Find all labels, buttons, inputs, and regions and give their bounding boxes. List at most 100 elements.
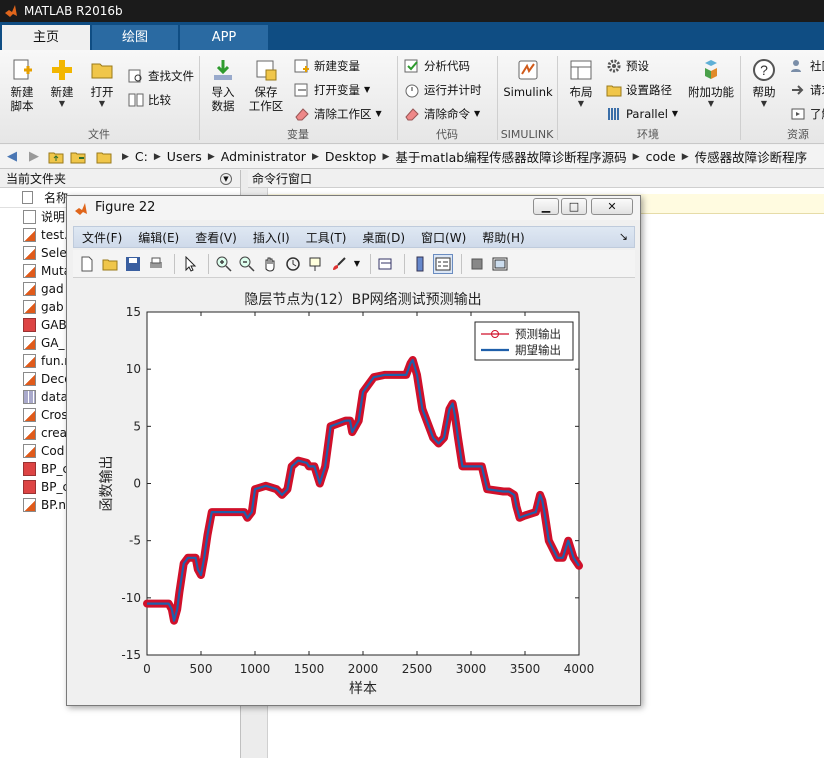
help-icon: ? (753, 59, 775, 81)
compare-button[interactable]: 比较 (128, 90, 171, 110)
browse-folder-icon[interactable] (68, 147, 88, 167)
m-file-icon (23, 444, 36, 458)
preferences-button[interactable]: 预设 (606, 56, 649, 76)
clear-commands-label: 清除命令 (424, 107, 470, 121)
back-arrow-icon[interactable]: ◀ (2, 147, 22, 167)
breadcrumb-item[interactable]: Desktop (319, 149, 383, 164)
add-ons-button[interactable]: 附加功能 ▼ (688, 58, 734, 108)
y-tick-label: 15 (126, 305, 141, 319)
clear-commands-button[interactable]: 清除命令 ▼ (404, 104, 480, 124)
analyze-code-button[interactable]: 分析代码 (404, 56, 470, 76)
community-label: 社区 (810, 59, 824, 73)
tab-apps[interactable]: APP (180, 25, 268, 50)
x-tick-label: 1000 (240, 662, 271, 676)
file-name: BP.n (41, 498, 67, 512)
chart-legend[interactable]: 预测输出期望输出 (474, 321, 574, 361)
chart-plot[interactable]: 0 500 1000 1500 2000 2500 3000 3500 4000 15 10 5 0 -5… (67, 196, 640, 705)
new-dropdown-arrow: ▼ (58, 99, 66, 108)
import-data-label: 导入 数据 (211, 85, 235, 113)
group-label-environment: 环境 (637, 128, 659, 141)
panel-actions-icon[interactable]: ▼ (220, 173, 232, 185)
request-support-button[interactable]: 请求 (790, 80, 824, 100)
clear-workspace-dropdown-arrow[interactable]: ▼ (376, 104, 382, 124)
m-file-icon (23, 264, 36, 278)
current-folder-header: 当前文件夹 ▼ (0, 170, 240, 188)
set-path-button[interactable]: 设置路径 (606, 80, 672, 100)
tab-plots[interactable]: 绘图 (92, 25, 178, 50)
plus-icon (52, 60, 72, 80)
save-workspace-label: 保存 工作区 (248, 85, 284, 113)
new-script-button[interactable]: 新建 脚本 (4, 58, 40, 113)
import-data-button[interactable]: 导入 数据 (204, 58, 242, 113)
m-file-icon (23, 336, 36, 350)
open-variable-dropdown-arrow[interactable]: ▼ (364, 80, 370, 100)
m-file-icon (23, 354, 36, 368)
help-button[interactable]: ? 帮助 ▼ (748, 58, 780, 108)
fig-file-icon (23, 462, 36, 476)
request-support-label: 请求 (810, 83, 824, 97)
data-file-icon (23, 390, 36, 404)
layout-button[interactable]: 布局 ▼ (564, 58, 598, 108)
run-and-time-button[interactable]: 运行并计时 (404, 80, 482, 100)
file-icon (22, 191, 33, 204)
y-tick-label: -5 (129, 534, 141, 548)
x-tick-label: 0 (143, 662, 151, 676)
folder-icon (91, 63, 113, 79)
group-label-file: 文件 (88, 128, 110, 141)
open-button[interactable]: 打开 ▼ (84, 58, 120, 108)
request-support-icon (792, 85, 804, 95)
ribbon-toolbar: 新建 脚本 新建 ▼ 打开 ▼ 查找文件 比较 文件 导入 数据 保存 工作区 … (0, 50, 824, 144)
clear-workspace-button[interactable]: 清除工作区 ▼ (294, 104, 382, 124)
open-dropdown-arrow: ▼ (98, 99, 106, 108)
compare-label: 比较 (148, 93, 171, 107)
tab-home[interactable]: 主页 (2, 25, 90, 50)
open-label: 打开 (90, 85, 114, 99)
new-variable-button[interactable]: 新建变量 (294, 56, 360, 76)
app-title-bar: MATLAB R2016b (0, 0, 824, 22)
m-file-icon (23, 246, 36, 260)
community-icon (791, 60, 801, 72)
open-variable-label: 打开变量 (314, 83, 360, 97)
folder-icon (94, 147, 114, 167)
m-file-icon (23, 282, 36, 296)
new-button[interactable]: 新建 ▼ (44, 58, 80, 108)
forward-arrow-icon[interactable]: ▶ (24, 147, 44, 167)
set-path-label: 设置路径 (626, 83, 672, 97)
open-variable-button[interactable]: 打开变量 ▼ (294, 80, 370, 100)
save-workspace-button[interactable]: 保存 工作区 (246, 58, 286, 113)
learn-matlab-button[interactable]: 了解 (790, 104, 824, 124)
open-variable-icon (294, 83, 308, 97)
command-window-title: 命令行窗口 (252, 172, 313, 186)
breadcrumb-item[interactable]: 基于matlab编程传感器故障诊断程序源码 (389, 147, 632, 166)
app-title: MATLAB R2016b (24, 4, 123, 18)
breadcrumb-item[interactable]: 传感器故障诊断程序 (689, 147, 814, 166)
group-label-resources: 资源 (787, 128, 809, 141)
find-files-button[interactable]: 查找文件 (128, 66, 194, 86)
parallel-dropdown-arrow[interactable]: ▼ (672, 104, 678, 124)
breadcrumb-separator: ▶ (207, 151, 215, 162)
add-ons-icon (705, 60, 717, 79)
parallel-button[interactable]: Parallel ▼ (606, 104, 678, 124)
matlab-logo-icon (5, 5, 17, 17)
up-folder-icon[interactable] (46, 147, 66, 167)
file-name: BP_c (41, 480, 70, 494)
y-tick-label: -10 (121, 591, 141, 605)
new-label: 新建 (50, 85, 74, 99)
y-axis-label: 函数输出 (99, 456, 115, 512)
eraser-icon (295, 108, 309, 121)
clear-workspace-label: 清除工作区 (314, 107, 372, 121)
breadcrumb-item[interactable]: C: (129, 149, 154, 164)
breadcrumb-item[interactable]: Users (161, 149, 208, 164)
figure-window[interactable]: Figure 22 ▁ □ ✕ 文件(F) 编辑(E) 查看(V) 插入(I) … (66, 195, 641, 706)
x-tick-label: 2500 (402, 662, 433, 676)
save-workspace-icon (256, 60, 277, 81)
community-button[interactable]: 社区 (790, 56, 824, 76)
clear-commands-dropdown-arrow[interactable]: ▼ (474, 104, 480, 124)
find-files-icon (128, 69, 142, 83)
file-name: BP_c (41, 462, 70, 476)
x-axis-label: 样本 (349, 681, 377, 697)
breadcrumb-item[interactable]: code (640, 149, 682, 164)
breadcrumb-item[interactable]: Administrator (215, 149, 312, 164)
new-script-icon (13, 59, 32, 80)
simulink-button[interactable]: Simulink (502, 58, 554, 99)
